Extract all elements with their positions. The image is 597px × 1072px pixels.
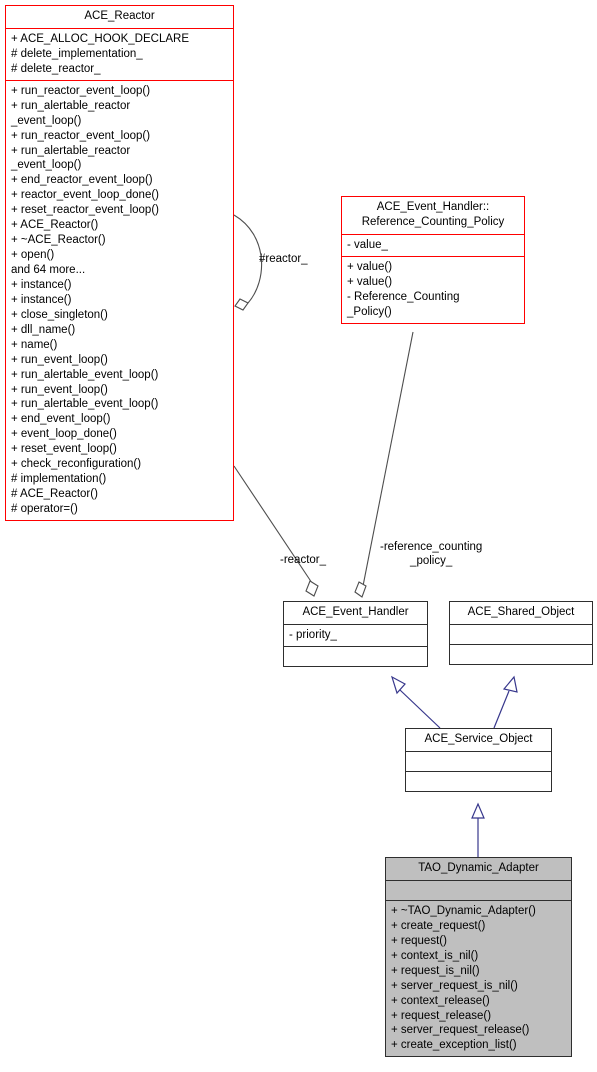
class-member-row: + event_loop_done(): [11, 428, 117, 441]
class-member-row: + reset_event_loop(): [11, 443, 117, 456]
class-member-row: - Reference_Counting: [347, 290, 460, 303]
operations-compartment-ace-shared-object: [450, 645, 592, 664]
class-member-row: + run_event_loop(): [11, 383, 108, 396]
class-member-row: _event_loop(): [11, 159, 82, 172]
class-name-reference-counting-policy: ACE_Event_Handler:: Reference_Counting_P…: [361, 201, 505, 228]
class-member-row: + name(): [11, 338, 58, 351]
class-member-row: - priority_: [289, 628, 337, 641]
edge-service-object-to-event-handler: [399, 689, 441, 729]
inheritance-arrow-event-handler: [390, 675, 406, 695]
edge-label-reactor-assoc: -reactor_: [280, 554, 327, 566]
attributes-compartment-ace-shared-object: [450, 625, 592, 644]
class-member-row: + create_exception_list(): [391, 1039, 517, 1052]
class-member-row: + dll_name(): [11, 323, 76, 336]
edge-reactor-self: [233, 214, 263, 304]
attributes-compartment-ace-event-handler: - priority_: [284, 625, 427, 646]
aggregation-diamond-reactor-self: [234, 298, 249, 311]
class-member-row: + check_reconfiguration(): [11, 458, 142, 471]
class-name-tao-dynamic-adapter: TAO_Dynamic_Adapter: [418, 862, 539, 874]
class-node-ace-reactor[interactable]: ACE_Reactor + ACE_ALLOC_HOOK_DECLARE # de…: [5, 5, 234, 521]
class-node-ace-shared-object[interactable]: ACE_Shared_Object: [449, 601, 593, 665]
class-member-row: # implementation(): [11, 473, 107, 486]
class-member-row: + end_reactor_event_loop(): [11, 174, 153, 187]
attributes-compartment-ace-service-object: [406, 752, 551, 771]
class-name-ace-event-handler: ACE_Event_Handler: [302, 606, 409, 618]
operations-compartment-ace-event-handler: [284, 647, 427, 666]
class-member-row: # operator=(): [11, 503, 78, 515]
class-node-reference-counting-policy[interactable]: ACE_Event_Handler:: Reference_Counting_P…: [341, 196, 525, 324]
class-member-row: + run_event_loop(): [11, 353, 108, 366]
class-node-ace-event-handler[interactable]: ACE_Event_Handler - priority_: [283, 601, 428, 667]
class-member-row: + create_request(): [391, 919, 486, 932]
attributes-compartment-tao-dynamic-adapter: [386, 881, 571, 900]
class-member-row: + reset_reactor_event_loop(): [11, 204, 159, 217]
operations-compartment-reference-counting-policy: + value() + value() - Reference_Counting _P…: [342, 257, 524, 323]
attributes-compartment-ace-reactor: + ACE_ALLOC_HOOK_DECLARE # delete_impleme…: [6, 29, 233, 80]
uml-class-diagram: #reactor_ -reactor_ -reference_counting …: [0, 0, 597, 1072]
class-member-row: - value_: [347, 238, 388, 251]
class-member-row: # ACE_Reactor(): [11, 488, 98, 501]
aggregation-diamond-reactor: [305, 580, 319, 597]
class-member-row: + ~ACE_Reactor(): [11, 234, 106, 247]
class-member-row: + run_alertable_event_loop(): [11, 368, 159, 381]
class-member-row: + instance(): [11, 293, 72, 306]
class-member-row: + ~TAO_Dynamic_Adapter(): [391, 904, 536, 917]
class-member-row: and 64 more...: [11, 264, 86, 276]
attributes-compartment-reference-counting-policy: - value_: [342, 235, 524, 256]
class-member-row: + context_is_nil(): [391, 949, 479, 962]
class-name-ace-service-object: ACE_Service_Object: [424, 733, 533, 745]
aggregation-diamond-policy: [354, 581, 367, 598]
class-member-row: + server_request_release(): [391, 1024, 530, 1037]
class-member-row: + end_event_loop(): [11, 413, 111, 426]
class-member-row: + request(): [391, 934, 447, 947]
inheritance-arrow-shared-object: [502, 675, 518, 693]
class-name-ace-reactor: ACE_Reactor: [84, 10, 155, 22]
class-member-row: + request_release(): [391, 1009, 492, 1022]
class-member-row: + reactor_event_loop_done(): [11, 189, 160, 202]
operations-compartment-ace-reactor: + run_reactor_event_loop() + run_alertabl…: [6, 81, 233, 520]
class-node-tao-dynamic-adapter[interactable]: TAO_Dynamic_Adapter + ~TAO_Dynamic_Adapt…: [385, 857, 572, 1058]
class-member-row: _event_loop(): [11, 114, 82, 127]
class-member-row: + server_request_is_nil(): [391, 979, 518, 992]
class-member-row: + context_release(): [391, 994, 490, 1007]
class-member-row: # delete_reactor_: [11, 62, 101, 75]
class-member-row: + run_reactor_event_loop(): [11, 84, 151, 97]
operations-compartment-ace-service-object: [406, 772, 551, 791]
class-member-row: + ACE_ALLOC_HOOK_DECLARE: [11, 32, 190, 45]
class-member-row: + run_alertable_event_loop(): [11, 398, 159, 411]
class-member-row: # delete_implementation_: [11, 47, 143, 60]
edge-label-reactor-self: #reactor_: [259, 253, 308, 265]
class-member-row: + instance(): [11, 278, 72, 291]
class-member-row: + value(): [347, 260, 393, 273]
class-member-row: + run_alertable_reactor: [11, 99, 131, 112]
class-member-row: + open(): [11, 249, 55, 262]
class-node-ace-service-object[interactable]: ACE_Service_Object: [405, 728, 552, 792]
class-member-row: + run_alertable_reactor: [11, 144, 131, 157]
class-member-row: _Policy(): [347, 305, 392, 318]
inheritance-arrow-service-object: [471, 802, 485, 819]
class-member-row: + close_singleton(): [11, 308, 108, 321]
class-member-row: + request_is_nil(): [391, 964, 480, 977]
edge-reactor-to-event-handler: [233, 465, 315, 587]
class-member-row: + ACE_Reactor(): [11, 219, 99, 232]
edge-service-object-to-shared-object: [493, 690, 510, 729]
class-member-row: + value(): [347, 275, 393, 288]
class-name-ace-shared-object: ACE_Shared_Object: [467, 606, 575, 618]
operations-compartment-tao-dynamic-adapter: + ~TAO_Dynamic_Adapter() + create_request…: [386, 901, 571, 1056]
class-member-row: + run_reactor_event_loop(): [11, 129, 151, 142]
edge-label-reference-counting-policy-assoc: -reference_counting _policy_: [380, 541, 483, 568]
